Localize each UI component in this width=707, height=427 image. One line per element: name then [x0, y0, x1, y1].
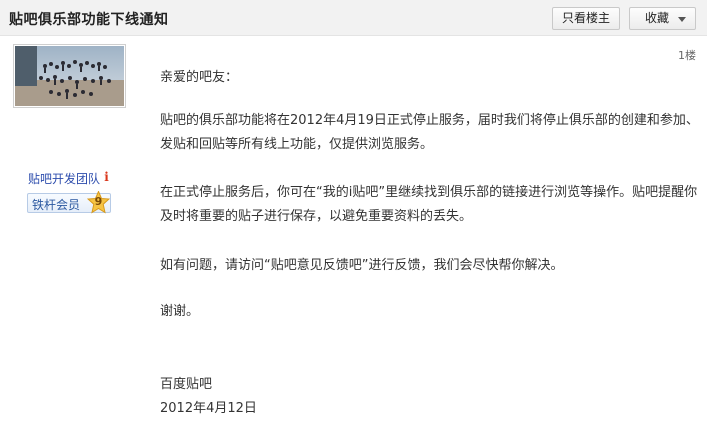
level-star-icon: 9 — [87, 191, 110, 215]
floor-number: 1楼 — [678, 49, 696, 62]
chevron-down-icon[interactable] — [678, 17, 686, 22]
signature-text: 百度贴吧 — [160, 377, 213, 392]
post-header: 贴吧俱乐部功能下线通知 只看楼主 收藏 — [0, 0, 707, 36]
greeting-text: 亲爱的吧友： — [160, 70, 239, 85]
paragraph-1: 贴吧的俱乐部功能将在2012年4月19日正式停止服务，届时我们将停止俱乐部的创建… — [160, 113, 699, 152]
author-name-link[interactable]: 贴吧开发团队 — [28, 170, 100, 187]
badge-level-number: 9 — [94, 195, 103, 208]
member-badge[interactable]: 铁杆会员 9 — [27, 191, 111, 215]
post-title: 贴吧俱乐部功能下线通知 — [9, 12, 169, 28]
paragraph-2: 在正式停止服务后，你可在“我的i贴吧”里继续找到俱乐部的链接进行浏览等操作。贴吧… — [160, 185, 698, 224]
badge-label: 铁杆会员 — [32, 198, 81, 212]
info-icon[interactable]: i — [103, 171, 110, 183]
avatar[interactable] — [13, 44, 126, 108]
avatar-image — [15, 46, 124, 106]
only-op-button[interactable]: 只看楼主 — [552, 7, 620, 30]
favorite-button[interactable]: 收藏 — [629, 7, 696, 30]
thanks-text: 谢谢。 — [160, 304, 200, 319]
favorite-label: 收藏 — [645, 11, 670, 25]
paragraph-3: 如有问题，请访问“贴吧意见反馈吧”进行反馈，我们会尽快帮你解决。 — [160, 258, 564, 273]
post-date: 2012年4月12日 — [160, 401, 257, 416]
